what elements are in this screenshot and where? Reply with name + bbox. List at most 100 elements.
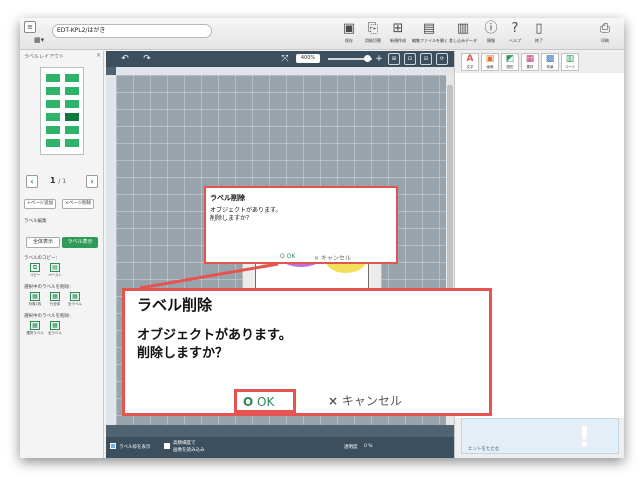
close-icon[interactable]: × [96, 52, 101, 59]
tab-background[interactable]: ▩ 背景 [541, 53, 559, 71]
tab-background-label: 背景 [546, 65, 554, 69]
page-total: / 1 [58, 178, 67, 185]
new-document-button[interactable]: ⊞ 新規作成 [387, 20, 409, 48]
exit-icon: ▯ [535, 21, 543, 36]
clear-heading: 選択中のラベルを削除： [24, 314, 74, 319]
tab-image-label: 画像 [486, 65, 494, 69]
label-grid-icon: ▦ [30, 292, 40, 301]
add-page-button[interactable]: +ページ追加 [24, 199, 57, 209]
new-document-icon: ⊞ [392, 21, 404, 36]
code-icon: ▥ [565, 54, 575, 64]
show-all-button[interactable]: 全体表示 [26, 237, 60, 248]
save-icon: ▣ [342, 21, 356, 36]
hint-exclamation-icon: ! [578, 420, 591, 453]
tab-text[interactable]: A 文字 [461, 53, 479, 71]
dialog-title: ラベル削除 [137, 296, 213, 314]
paste-label: ペースト [48, 273, 62, 277]
clear-all-label: 全ラベル [48, 331, 62, 335]
paper-switch-icon: ⎘ [367, 21, 379, 36]
info-icon: ⓘ [484, 21, 498, 36]
tab-text-label: 文字 [466, 65, 474, 69]
tab-shape[interactable]: ◩ 図形 [501, 53, 519, 71]
delete-all-button[interactable]: ▦ 全ラベル [66, 292, 84, 308]
hint-box: ! ヒントをたたむ [461, 418, 619, 454]
transparency-value[interactable]: 0 % [364, 444, 373, 449]
dialog-message-line2: 削除しますか？ [137, 346, 229, 361]
circle-icon: O [243, 395, 254, 409]
redo-icon[interactable]: ↷ [140, 53, 154, 65]
background-icon: ▩ [545, 54, 555, 64]
copy-heading: ラベルのコピー： [24, 256, 60, 261]
tab-material[interactable]: ▦ 素材 [521, 53, 539, 71]
small-dialog-message-line2: 削除しますか？ [210, 215, 253, 222]
zoom-level[interactable]: 400% [296, 54, 320, 63]
label-layout-panel: ラベルレイアウト × ‹ 1 / 1 › +ページ追加 ×ページ削除 ラベル編集… [20, 51, 104, 458]
print-icon: ⎙ [599, 21, 611, 36]
exit-button[interactable]: ▯ 終了 [528, 20, 550, 48]
print-button[interactable]: ⎙ 印刷 [594, 20, 616, 48]
close-x-icon: × [328, 394, 339, 408]
hq-render-checkbox[interactable] [164, 443, 170, 449]
open-file-button[interactable]: ▤ 編集ファイルを開く [412, 20, 448, 48]
material-icon: ▦ [525, 54, 535, 64]
dialog-message: オブジェクトがあります。 削除しますか？ [137, 327, 292, 363]
small-dialog-ok-button[interactable]: O OK [280, 253, 295, 260]
small-dialog-cancel-button[interactable]: × キャンセル [314, 253, 351, 262]
zoom-slider[interactable] [328, 55, 372, 62]
layout-thumbnail[interactable] [40, 67, 84, 155]
hamburger-menu-icon[interactable]: ≡ [24, 21, 36, 33]
ok-button-content: O OK [243, 393, 274, 411]
group-icon[interactable]: ⊟ [420, 53, 432, 65]
print-label: 印刷 [601, 38, 609, 43]
file-name-field[interactable]: EDT-KPL2/はがき [52, 24, 212, 38]
ok-button[interactable]: O OK [234, 389, 296, 413]
label-grid-icon: ▦ [50, 321, 60, 330]
undo-icon[interactable]: ↶ [118, 53, 132, 65]
delete-page-button[interactable]: ×ページ削除 [62, 199, 95, 209]
hint-toggle[interactable]: ヒントをたたむ [468, 446, 500, 452]
tab-shape-label: 図形 [506, 65, 514, 69]
show-label-button[interactable]: ラベル表示 [62, 237, 98, 248]
align-icon[interactable]: ⊞ [388, 53, 400, 65]
copy-icon: ⧉ [30, 263, 40, 272]
tab-code[interactable]: ▥ コード [561, 53, 579, 71]
horizontal-ruler [116, 67, 454, 75]
top-toolbar: ≡ ▦▾ EDT-KPL2/はがき ▣ 保存 ⎘ 用紙切替 ⊞ 新規作成 ▤ 編… [20, 18, 624, 50]
clear-all-button[interactable]: ▦ 全ラベル [46, 321, 64, 337]
shape-icon: ◩ [505, 54, 515, 64]
open-file-label: 編集ファイルを開く [412, 38, 448, 43]
tab-code-label: コード [564, 65, 576, 69]
cancel-button[interactable]: × キャンセル [328, 394, 402, 408]
grid-icon[interactable]: ▦▾ [34, 34, 48, 46]
small-dialog-message-line1: オブジェクトがあります。 [210, 207, 282, 214]
zoom-in-icon[interactable]: + [372, 53, 386, 65]
label-edit-heading: ラベル編集 [24, 219, 47, 224]
canvas-status-bar: ラベル枠を表示 高精細度で 画像を読み込み 透明度 0 % [106, 437, 454, 458]
canvas-toolbar: ↶ ↷ ⤧ 400% + ⊞ ⊡ ⊟ ⟳ [106, 51, 454, 67]
label-grid-icon: ▦ [50, 292, 60, 301]
transparency-label: 透明度 [344, 445, 358, 450]
arrange-icon[interactable]: ⊡ [404, 53, 416, 65]
fit-screen-icon[interactable]: ⤧ [278, 53, 292, 65]
open-file-icon: ▤ [422, 21, 436, 36]
merge-data-icon: ▥ [456, 21, 470, 36]
small-delete-dialog: ラベル削除 オブジェクトがあります。 削除しますか？ O OK × キャンセル [204, 186, 398, 264]
hq-render-label-2: 画像を読み込み [173, 448, 205, 453]
merge-data-button[interactable]: ▥ 差し込みデータ [449, 20, 477, 48]
label-grid-icon: ▦ [70, 292, 80, 301]
next-page-button[interactable]: › [86, 175, 98, 188]
show-frame-checkbox[interactable] [110, 443, 116, 449]
tab-material-label: 素材 [526, 65, 534, 69]
new-document-label: 新規作成 [390, 38, 406, 43]
paste-icon: ▤ [50, 263, 60, 272]
page-current: 1 [50, 176, 56, 185]
small-dialog-message: オブジェクトがあります。 削除しますか？ [210, 207, 380, 223]
zoom-slider-knob[interactable] [364, 55, 371, 62]
tab-image[interactable]: ▣ 画像 [481, 53, 499, 71]
rotate-icon[interactable]: ⟳ [436, 53, 448, 65]
panel-title: ラベルレイアウト [24, 54, 65, 60]
cancel-label: キャンセル [341, 394, 402, 408]
paste-button[interactable]: ▤ ペースト [46, 263, 64, 279]
dialog-message-line1: オブジェクトがあります。 [137, 328, 292, 343]
prev-page-button[interactable]: ‹ [26, 175, 38, 188]
